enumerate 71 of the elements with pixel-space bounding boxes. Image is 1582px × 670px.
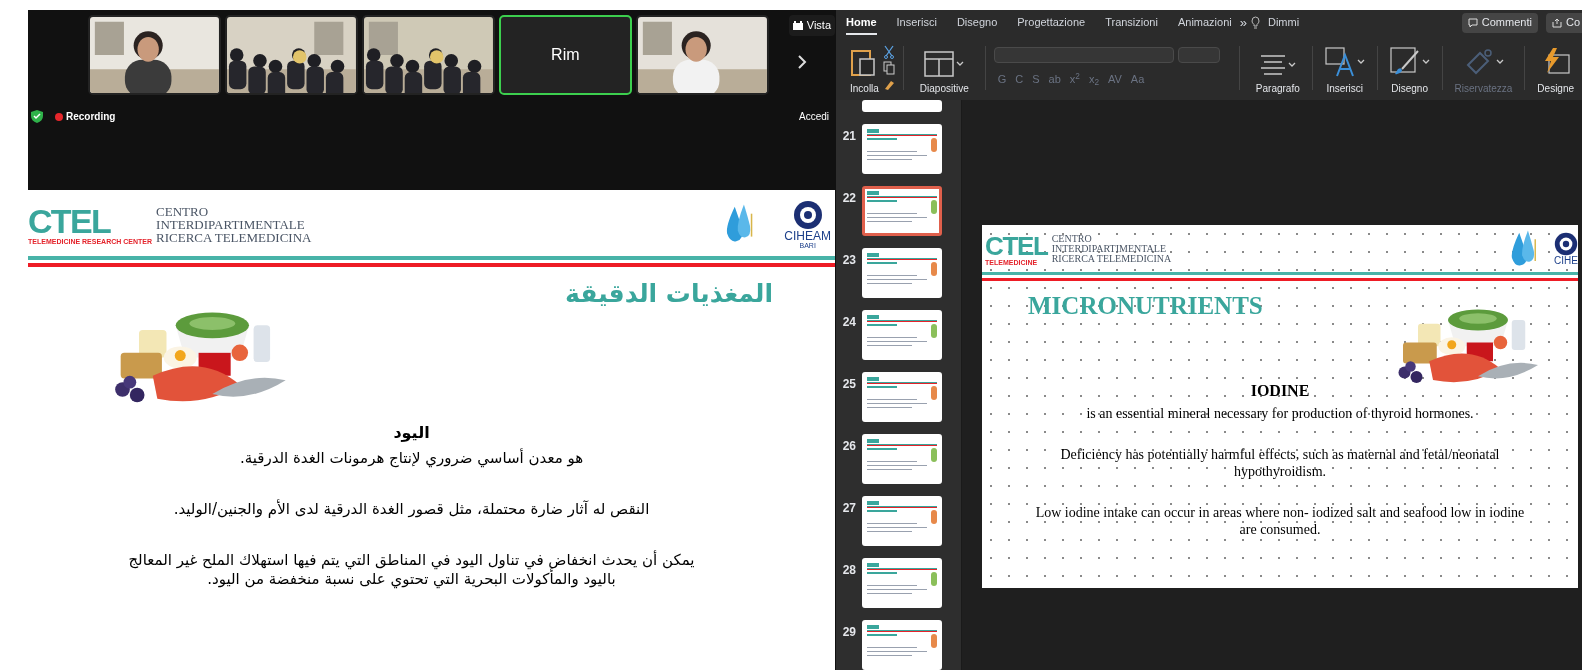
ribbon-tab[interactable]: Inserisci [896,10,937,35]
share-button[interactable]: Co [1545,12,1582,33]
slide-paragraph: Deficiency has potentially harmful effects, such as maternal and fetal/neonatal hypothyroidism. [1059,446,1501,480]
chevron-down-icon [956,60,965,67]
brush-icon [1389,46,1420,77]
slide-heading: اليود [393,421,430,444]
ribbon-tab[interactable]: Home [846,10,877,35]
logo-text: CENTRO [1051,234,1093,244]
comments-button[interactable]: Commenti [1461,12,1538,33]
slide-paragraph: is an essential mineral necessary for production of thyroid hormones. [1085,405,1475,422]
font-size-field[interactable] [1177,47,1220,64]
slide-number: 27 [841,502,856,514]
slide-heading: IODINE [1250,381,1310,401]
slide-paragraph: يمكن أن يحدث انخفاض في تناول اليود في المناطق التي يتم فيها استهلاك الملح غير المعالج باليود والمأكولات البحرية التي تحتوي على نسبة منخفضة من اليود. [127,550,696,589]
chevron-down-icon [1495,58,1504,65]
chevron-down-icon [1287,61,1296,68]
chevron-down-icon [1421,58,1430,65]
view-button[interactable]: Vista [788,15,836,36]
logo-text: INTERDIPARTIMENTALE [156,217,306,231]
slide-title: MICRONUTRIENTS [1028,291,1263,321]
more-tabs-icon[interactable]: » [1239,12,1247,33]
slide-number: 21 [841,130,856,142]
align-icon [1259,52,1286,77]
shield-icon [31,110,43,123]
partner-name: CIHEAM [784,229,831,242]
logo-text: RICERCA TELEMEDICINA [156,230,312,244]
ribbon-tab[interactable]: Progettazione [1017,10,1086,35]
video-tile[interactable]: Rim [498,15,632,95]
slide-number: 28 [841,564,856,576]
scissors-icon[interactable] [882,44,895,59]
ribbon-tab[interactable]: Disegno [956,10,998,35]
ribbon-button[interactable]: Incolla [842,39,887,96]
slide-thumbnail[interactable] [862,186,942,236]
tell-me-field[interactable]: Dimmi [1268,14,1300,31]
ribbon-tab[interactable]: Transizioni [1105,10,1158,35]
slide-number: 23 [841,254,856,266]
slide-paragraph: النقص له آثار ضارة محتملة، مثل قصور الغدة الدرقية لدى الأم والجنين/الوليد. [172,499,651,519]
font-name-field[interactable] [993,47,1174,64]
slide-paragraph: هو معدن أساسي ضروري لإنتاج هرمونات الغدة الدرقية. [238,448,585,468]
ribbon-button[interactable]: Inserisci [1316,39,1373,96]
ribbon-button[interactable]: Paragrafo [1247,39,1308,96]
slide-number: 24 [841,316,856,328]
slide-number: 25 [841,378,856,390]
slide-paragraph: Low iodine intake can occur in areas where non- iodized salt and seafood low in iodine are consumed. [1034,504,1526,538]
slide-number: 29 [841,626,856,638]
slide-layout-icon [924,50,955,77]
partner-name: CIHE [1554,256,1578,266]
copy-icon[interactable] [882,60,895,75]
ribbon-button[interactable]: Disegno [1381,39,1438,96]
slide-title: المغذيات الدقيقة [565,278,773,310]
slide-number: 22 [841,192,856,204]
emblem-icon [792,199,823,230]
participant-name: Rim [551,45,580,65]
slide-number: 26 [841,440,856,452]
sign-in-link[interactable]: Accedi [799,109,829,124]
ribbon-button[interactable]: Diapositive [911,39,977,96]
text-box-icon [1324,46,1355,77]
logo-text: CENTRO [156,204,210,218]
chevron-right-icon[interactable] [796,53,807,70]
grid-icon [792,20,803,30]
share-icon [1551,17,1562,28]
logo-text: INTERDIPARTIMENTALE [1051,244,1168,254]
chevron-down-icon [1356,58,1365,65]
lightbulb-icon [1251,16,1260,29]
ribbon-tab[interactable]: Animazioni [1177,10,1232,35]
ribbon-button[interactable]: Designe [1529,39,1582,96]
logo-text: RICERCA TELEMEDICINA [1051,254,1172,264]
logo-mark: CTEL [985,232,1048,259]
comment-icon [1467,17,1478,28]
logo-mark: CTEL [28,203,110,238]
recording-label: Recording [66,110,116,124]
